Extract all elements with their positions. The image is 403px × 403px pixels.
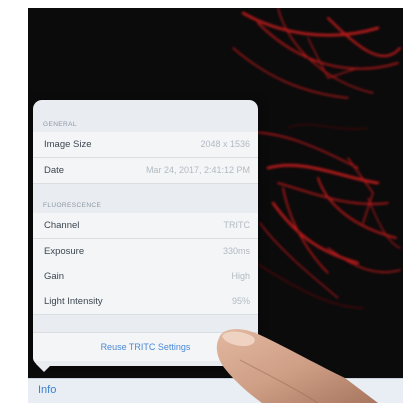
tablet-screen: GENERAL Image Size 2048 x 1536 Date Mar …: [28, 8, 403, 403]
row-gain: Gain High: [33, 264, 258, 290]
reuse-settings-button[interactable]: Reuse TRITC Settings: [33, 332, 258, 361]
row-label: Gain: [44, 271, 65, 282]
row-exposure: Exposure 330ms: [33, 239, 258, 265]
section-header-general: GENERAL: [43, 121, 77, 128]
tab-info[interactable]: Info: [38, 384, 56, 396]
row-channel: Channel TRITC: [33, 213, 258, 239]
row-label: Channel: [44, 220, 80, 231]
row-label: Exposure: [44, 246, 85, 257]
row-value: 95%: [231, 296, 250, 306]
row-image-size: Image Size 2048 x 1536: [33, 132, 258, 158]
row-value: 330ms: [222, 246, 250, 256]
row-value: TRITC: [223, 220, 251, 230]
row-light-intensity: Light Intensity 95%: [33, 289, 258, 315]
row-label: Image Size: [44, 139, 92, 150]
reuse-settings-label: Reuse TRITC Settings: [100, 342, 191, 352]
row-value: Mar 24, 2017, 2:41:12 PM: [145, 165, 250, 175]
row-label: Date: [44, 165, 65, 176]
section-header-fluorescence: FLUORESCENCE: [43, 202, 102, 209]
row-date: Date Mar 24, 2017, 2:41:12 PM: [33, 158, 258, 184]
row-value: 2048 x 1536: [200, 139, 250, 149]
bottom-tab-bar: Info: [28, 378, 403, 403]
row-value: High: [231, 271, 250, 281]
popover-arrow: [36, 364, 52, 372]
info-popover: GENERAL Image Size 2048 x 1536 Date Mar …: [33, 100, 258, 366]
row-label: Light Intensity: [44, 296, 103, 307]
